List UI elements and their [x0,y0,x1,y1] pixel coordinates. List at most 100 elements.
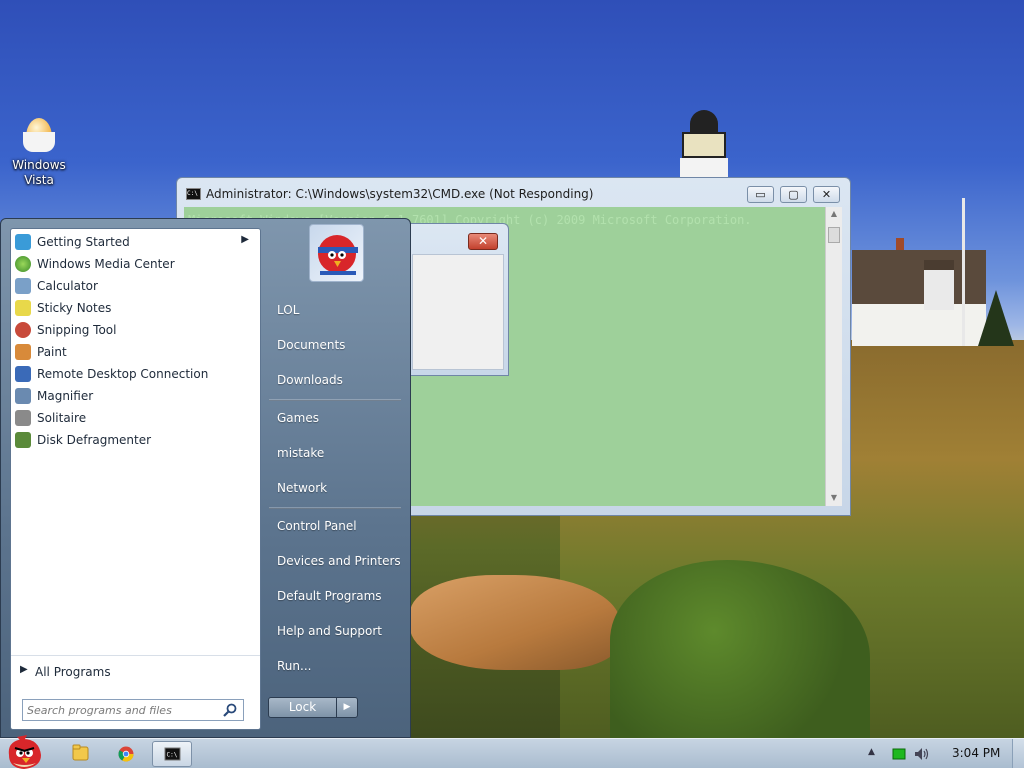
menu-item-label: Devices and Printers [277,554,401,568]
all-programs-label: All Programs [35,665,111,679]
sticky-notes-icon [15,300,31,316]
dialog-window[interactable]: ✕ [405,223,509,376]
show-hidden-icons-button[interactable]: ▲ [868,747,875,757]
power-options-arrow-button[interactable]: ▶ [336,697,358,718]
magnifier-icon [15,388,31,404]
submenu-arrow-icon: ▶ [241,234,249,245]
menu-separator [269,507,401,509]
menu-item-network[interactable]: Network [267,473,403,503]
wallpaper-tree [978,290,1014,346]
search-box[interactable] [22,699,244,721]
menu-item-documents[interactable]: Documents [267,330,403,360]
program-getting-started[interactable]: Getting Started ▶ [13,231,259,253]
desktop-icon-windows-vista[interactable]: Windows Vista [8,118,70,188]
menu-item-label: Downloads [277,373,343,387]
snipping-tool-icon [15,322,31,338]
desktop-icon-label: Windows Vista [12,158,66,187]
menu-item-label: LOL [277,303,300,317]
user-avatar[interactable] [309,224,364,282]
program-paint[interactable]: Paint [13,341,259,363]
menu-item-label: Help and Support [277,624,382,638]
svg-text:C:\: C:\ [167,752,178,759]
wallpaper-lighthouse [680,110,728,180]
wallpaper-house [852,238,986,346]
search-icon[interactable] [222,702,238,718]
menu-item-label: Default Programs [277,589,382,603]
cmd-icon: C:\ [164,747,181,761]
menu-separator [269,399,401,401]
program-label: Magnifier [37,389,94,403]
program-label: Remote Desktop Connection [37,367,209,381]
start-menu[interactable]: Getting Started ▶ Windows Media Center C… [0,218,411,738]
dialog-close-button[interactable]: ✕ [468,233,498,250]
scroll-up-icon[interactable]: ▲ [828,209,840,218]
taskbar-cmd-button[interactable]: C:\ [152,741,192,767]
calculator-icon [15,278,31,294]
menu-item-default-programs[interactable]: Default Programs [267,581,403,611]
menu-item-label: Run... [277,659,312,673]
menu-item-label: Documents [277,338,346,352]
clock[interactable]: 3:04 PM [952,746,1000,760]
program-label: Windows Media Center [37,257,175,271]
program-solitaire[interactable]: Solitaire [13,407,259,429]
program-magnifier[interactable]: Magnifier [13,385,259,407]
folder-icon [72,744,89,761]
program-windows-media-center[interactable]: Windows Media Center [13,253,259,275]
disk-defragmenter-icon [15,432,31,448]
egg-icon [23,118,55,152]
program-sticky-notes[interactable]: Sticky Notes [13,297,259,319]
program-label: Paint [37,345,67,359]
menu-item-control-panel[interactable]: Control Panel [267,511,403,541]
program-label: Getting Started [37,235,130,249]
cmd-icon: C:\ [186,188,201,200]
angry-bird-start-icon [8,735,41,769]
menu-item-label: Network [277,481,328,495]
menu-item-lol[interactable]: LOL [267,295,403,325]
program-remote-desktop-connection[interactable]: Remote Desktop Connection [13,363,259,385]
taskbar-explorer-button[interactable] [60,741,100,767]
show-desktop-button[interactable] [1012,739,1024,768]
search-area [2,692,262,731]
maximize-button[interactable]: ▢ [780,186,807,203]
menu-item-downloads[interactable]: Downloads [267,365,403,395]
menu-item-games[interactable]: Games [267,403,403,433]
menu-item-help-and-support[interactable]: Help and Support [267,616,403,646]
menu-item-run[interactable]: Run... [267,651,403,681]
wallpaper-rocks [410,575,620,670]
remote-desktop-icon [15,366,31,382]
program-label: Snipping Tool [37,323,117,337]
volume-icon[interactable] [914,747,929,761]
program-label: Disk Defragmenter [37,433,152,447]
scroll-down-icon[interactable]: ▼ [828,493,840,502]
search-input[interactable] [27,702,217,718]
chrome-icon [118,746,134,762]
all-programs-button[interactable]: ▶ All Programs [11,655,260,686]
taskbar: C:\ ▲ 3:04 PM [0,735,1024,769]
programs-pane: Getting Started ▶ Windows Media Center C… [10,228,261,730]
lock-button[interactable]: Lock [268,697,337,718]
scroll-thumb[interactable] [828,227,840,243]
dialog-body [412,254,504,370]
close-button[interactable]: ✕ [813,186,840,203]
taskbar-chrome-button[interactable] [106,741,146,767]
program-label: Sticky Notes [37,301,112,315]
program-calculator[interactable]: Calculator [13,275,259,297]
vertical-scrollbar[interactable]: ▲ ▼ [825,207,842,506]
angry-bird-icon [318,235,358,275]
program-label: Solitaire [37,411,87,425]
start-button[interactable] [3,733,45,771]
menu-item-label: mistake [277,446,325,460]
window-title: Administrator: C:\Windows\system32\CMD.e… [206,187,594,201]
getting-started-icon [15,234,31,250]
minimize-button[interactable]: ▭ [747,186,774,203]
program-disk-defragmenter[interactable]: Disk Defragmenter [13,429,259,451]
paint-icon [15,344,31,360]
expand-arrow-icon: ▶ [20,664,28,675]
solitaire-icon [15,410,31,426]
menu-item-devices-and-printers[interactable]: Devices and Printers [267,546,403,576]
wallpaper-flagpole [962,198,965,346]
menu-item-label: Games [277,411,319,425]
program-snipping-tool[interactable]: Snipping Tool [13,319,259,341]
action-center-icon[interactable] [892,747,906,761]
menu-item-mistake[interactable]: mistake [267,438,403,468]
